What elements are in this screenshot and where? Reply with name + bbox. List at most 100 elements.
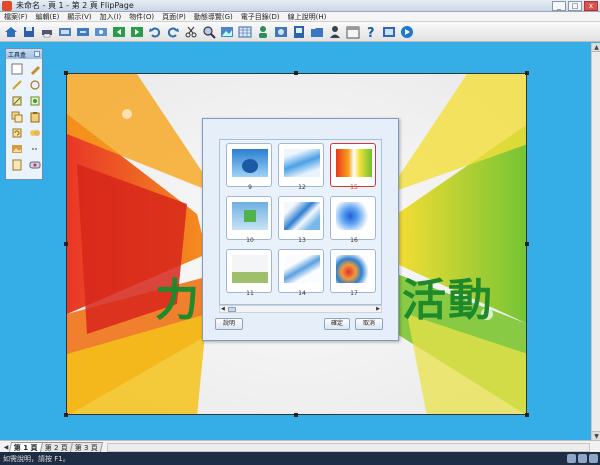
paste-tool-icon[interactable] (27, 110, 43, 124)
page-tool-icon[interactable] (9, 158, 25, 172)
selection-handle[interactable] (64, 413, 68, 417)
zoom-icon[interactable] (200, 24, 217, 40)
undo-icon[interactable] (146, 24, 163, 40)
pen-tool-icon[interactable] (27, 62, 43, 76)
selection-handle[interactable] (525, 413, 529, 417)
fill-tool-icon[interactable] (27, 94, 43, 108)
select-tool-icon[interactable] (9, 62, 25, 76)
help-icon[interactable]: ? (362, 24, 379, 40)
menu-insert[interactable]: 加入(I) (96, 12, 126, 22)
home-icon[interactable] (2, 24, 19, 40)
user-icon[interactable] (254, 24, 271, 40)
selection-handle[interactable] (525, 242, 529, 246)
thumbnail-10[interactable]: 10 (226, 196, 272, 244)
play-icon[interactable] (398, 24, 415, 40)
menu-file[interactable]: 檔案(F) (0, 12, 32, 22)
export-icon[interactable] (74, 24, 91, 40)
minimize-button[interactable]: _ (552, 1, 566, 11)
thumbnail-16[interactable]: 16 (330, 196, 376, 244)
page-tab-1[interactable]: 第 1 頁 (8, 442, 43, 452)
selection-handle[interactable] (64, 71, 68, 75)
screen-icon[interactable] (92, 24, 109, 40)
thumbnail-17[interactable]: 17 (330, 249, 376, 297)
background-picker-dialog: 9 12 15 10 13 16 11 14 17 ◀ ▶ 說明 確定 取消 (202, 118, 399, 341)
canvas-text-left[interactable]: 力 (155, 264, 201, 328)
print-icon[interactable] (38, 24, 55, 40)
scroll-right-icon[interactable]: ▶ (376, 306, 380, 312)
menu-page[interactable]: 頁面(P) (158, 12, 190, 22)
horizontal-scrollbar[interactable] (106, 443, 590, 452)
album-icon[interactable] (290, 24, 307, 40)
menu-help[interactable]: 線上說明(H) (284, 12, 331, 22)
menu-navigation[interactable]: 動態導覽(G) (190, 12, 237, 22)
photo-icon[interactable] (272, 24, 289, 40)
settings-icon[interactable] (380, 24, 397, 40)
close-button[interactable]: x (584, 1, 598, 11)
page-tab-2[interactable]: 第 2 頁 (39, 442, 73, 452)
tray-icon[interactable] (589, 454, 598, 463)
selection-handle[interactable] (294, 71, 298, 75)
flip-left-icon[interactable] (110, 24, 127, 40)
scroll-left-icon[interactable]: ◀ (221, 306, 225, 312)
redo-icon[interactable] (164, 24, 181, 40)
scrollbar-thumb[interactable] (228, 307, 236, 312)
save-icon[interactable] (20, 24, 37, 40)
copy-tool-icon[interactable] (9, 110, 25, 124)
cut-icon[interactable] (182, 24, 199, 40)
page-tab-3[interactable]: 第 3 頁 (69, 442, 103, 452)
gallery-scrollbar[interactable]: ◀ ▶ (219, 305, 382, 313)
thumbnail-gallery[interactable]: 9 12 15 10 13 16 11 14 17 (219, 139, 382, 305)
menu-edit[interactable]: 編輯(E) (32, 12, 64, 22)
scroll-up-icon[interactable]: ▲ (592, 43, 600, 52)
thumbnail-12[interactable]: 12 (278, 143, 324, 191)
menu-view[interactable]: 顯示(V) (63, 12, 95, 22)
toolbox-title: 工具盒 (8, 51, 27, 59)
picture-tool-icon[interactable] (9, 142, 25, 156)
line-tool-icon[interactable] (9, 78, 25, 92)
person-icon[interactable] (326, 24, 343, 40)
thumbnail-image (232, 202, 268, 230)
thumbnail-9[interactable]: 9 (226, 143, 272, 191)
menu-catalog[interactable]: 電子目錄(D) (237, 12, 284, 22)
toolbox-title-bar[interactable]: 工具盒 (6, 49, 42, 59)
calendar-icon[interactable] (344, 24, 361, 40)
thumbnail-image (232, 149, 268, 177)
scroll-down-icon[interactable]: ▼ (592, 431, 600, 440)
ok-button[interactable]: 確定 (324, 318, 350, 330)
selection-handle[interactable] (64, 242, 68, 246)
canvas-text-right[interactable]: 活動 (402, 264, 494, 328)
thumbnail-image (284, 202, 320, 230)
maximize-button[interactable]: □ (568, 1, 582, 11)
link-tool-icon[interactable] (27, 142, 43, 156)
thumbnail-14[interactable]: 14 (278, 249, 324, 297)
menu-object[interactable]: 物件(O) (125, 12, 158, 22)
toolbox-close-icon[interactable] (34, 51, 40, 57)
thumbnail-11[interactable]: 11 (226, 249, 272, 297)
page-tab-bar: ◀ 第 1 頁 第 2 頁 第 3 頁 (0, 440, 600, 452)
folder-icon[interactable] (308, 24, 325, 40)
selection-handle[interactable] (525, 71, 529, 75)
tray-icon[interactable] (567, 454, 576, 463)
media-tool-icon[interactable] (27, 158, 43, 172)
thumbnail-15[interactable]: 15 (330, 143, 376, 191)
help-button[interactable]: 說明 (215, 318, 243, 330)
group-tool-icon[interactable] (27, 126, 43, 140)
flip-right-icon[interactable] (128, 24, 145, 40)
vertical-scrollbar[interactable]: ▲ ▼ (591, 43, 600, 440)
selection-handle[interactable] (294, 413, 298, 417)
preview-icon[interactable] (56, 24, 73, 40)
table-icon[interactable] (236, 24, 253, 40)
rotate-tool-icon[interactable] (9, 126, 25, 140)
brush-tool-icon[interactable] (9, 94, 25, 108)
thumbnail-13[interactable]: 13 (278, 196, 324, 244)
thumbnail-label: 13 (298, 237, 306, 244)
thumbnail-label: 9 (248, 184, 252, 191)
window-title: 未命名 - 頁 1 - 第 2 頁 FlipPage (16, 1, 134, 10)
status-bar: 如需說明，請按 F1。 (0, 452, 600, 465)
thumbnail-label: 17 (350, 290, 358, 297)
circle-tool-icon[interactable] (27, 78, 43, 92)
title-bar: 未命名 - 頁 1 - 第 2 頁 FlipPage _ □ x (0, 0, 600, 12)
tray-icon[interactable] (578, 454, 587, 463)
image-icon[interactable] (218, 24, 235, 40)
cancel-button[interactable]: 取消 (355, 318, 383, 330)
